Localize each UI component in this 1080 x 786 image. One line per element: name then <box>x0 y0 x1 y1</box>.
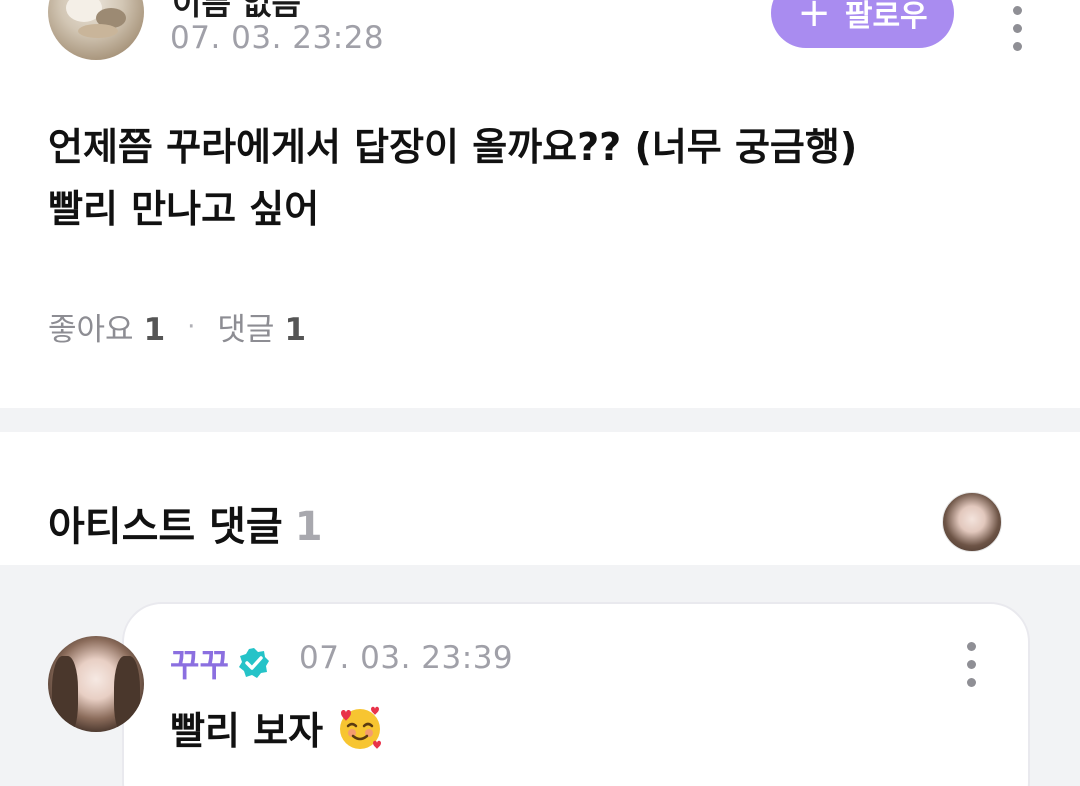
section-divider <box>0 408 1080 432</box>
post-body: 언제쯤 꾸라에게서 답장이 올까요?? (너무 궁금행) 빨리 만나고 싶어 <box>48 116 1028 240</box>
more-options-icon[interactable] <box>997 6 1037 51</box>
follow-label: 팔로우 <box>844 0 928 34</box>
comment-body: 빨리 보자 <box>170 709 324 753</box>
comment-timestamp: 07. 03. 23:39 <box>299 640 514 676</box>
post-detail-screen: 이름 없음 07. 03. 23:28 + 팔로우 언제쯤 꾸라에게서 답장이 … <box>0 0 1080 786</box>
artist-comments-label: 아티스트 댓글 <box>48 504 283 550</box>
avatar-hair <box>52 656 78 732</box>
verified-badge-icon <box>238 648 269 678</box>
plus-icon: + <box>797 0 831 36</box>
dot <box>1012 6 1022 15</box>
avatar-hair <box>114 656 140 732</box>
author-avatar[interactable] <box>48 0 144 60</box>
post-stats: 좋아요 1 · 댓글 1 <box>48 304 306 349</box>
dot <box>1012 24 1022 33</box>
dot <box>966 642 976 651</box>
post-body-line: 빨리 만나고 싶어 <box>48 187 320 231</box>
smiling-face-with-hearts-icon <box>340 706 382 749</box>
likes-count: 1 <box>143 312 166 348</box>
artist-comments-count: 1 <box>294 504 323 550</box>
post-timestamp: 07. 03. 23:28 <box>170 20 385 56</box>
separator-dot: · <box>187 311 196 342</box>
comment-author-name: 꾸꾸 <box>170 646 229 684</box>
comments-stat[interactable]: 댓글 1 <box>217 304 306 349</box>
comment-author[interactable]: 꾸꾸 <box>170 640 271 686</box>
follow-button[interactable]: + 팔로우 <box>771 0 954 48</box>
dot <box>966 660 976 669</box>
artist-avatar-thumbnail[interactable] <box>942 492 1002 552</box>
avatar-fur-patch <box>78 24 118 38</box>
comment-more-options-icon[interactable] <box>951 642 991 687</box>
dot <box>966 678 976 687</box>
dot <box>1012 42 1022 51</box>
artist-comments-title: 아티스트 댓글 1 <box>48 494 323 552</box>
likes-label: 좋아요 <box>48 312 134 348</box>
post-body-line: 언제쯤 꾸라에게서 답장이 올까요?? (너무 궁금행) <box>48 125 858 169</box>
likes-stat[interactable]: 좋아요 1 <box>48 304 165 349</box>
comments-label: 댓글 <box>217 312 275 348</box>
artist-comment-card <box>122 602 1030 786</box>
comments-count: 1 <box>284 312 307 348</box>
comment-text: 빨리 보자 <box>170 700 385 755</box>
artist-avatar[interactable] <box>48 636 144 732</box>
